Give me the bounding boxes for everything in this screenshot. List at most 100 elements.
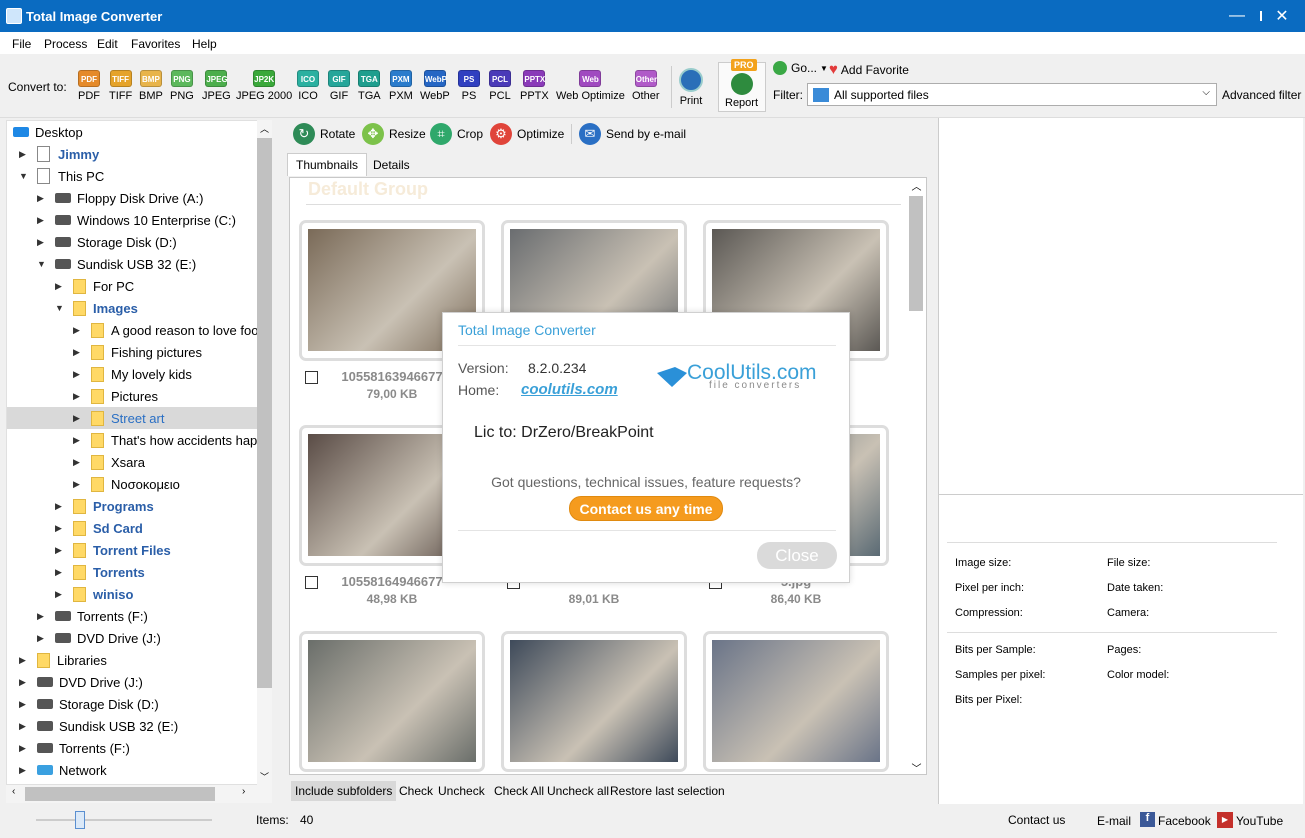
tree-item[interactable]: ▶ For PC bbox=[7, 275, 257, 297]
add-favorite-button[interactable]: ♥ Add Favorite bbox=[829, 61, 909, 78]
thumbnail-card[interactable] bbox=[299, 631, 485, 772]
thumbnail-card[interactable] bbox=[501, 631, 687, 772]
format-button-ico[interactable]: ICO ICO bbox=[297, 70, 319, 102]
menu-file[interactable]: File bbox=[12, 37, 31, 51]
expand-arrow-icon[interactable]: ▶ bbox=[73, 435, 80, 446]
tree-item[interactable]: ▶ My lovely kids bbox=[7, 363, 257, 385]
tree-item[interactable]: ▶ Torrents (F:) bbox=[7, 605, 257, 627]
expand-arrow-icon[interactable]: ▶ bbox=[73, 325, 80, 336]
scroll-up-icon[interactable]: ︿ bbox=[257, 122, 272, 135]
expand-arrow-icon[interactable]: ▶ bbox=[55, 523, 62, 534]
expand-arrow-icon[interactable]: ▶ bbox=[73, 391, 80, 402]
tree-vertical-scrollbar[interactable]: ︿ ﹀ bbox=[257, 120, 272, 785]
print-button[interactable]: Print bbox=[677, 68, 705, 107]
tree-item[interactable]: ▶ Floppy Disk Drive (A:) bbox=[7, 187, 257, 209]
format-button-webp[interactable]: WebP WebP bbox=[420, 70, 450, 102]
expand-arrow-icon[interactable]: ▶ bbox=[37, 193, 44, 204]
zoom-slider-thumb[interactable] bbox=[75, 811, 85, 829]
check-all-button[interactable]: Check All bbox=[494, 784, 544, 798]
scroll-down-icon[interactable]: ﹀ bbox=[257, 770, 272, 783]
expand-arrow-icon[interactable]: ▶ bbox=[55, 589, 62, 600]
format-button-pcl[interactable]: PCL PCL bbox=[489, 70, 511, 102]
format-button-pptx[interactable]: PPTX PPTX bbox=[520, 70, 549, 102]
tab-details[interactable]: Details bbox=[373, 158, 410, 172]
expand-arrow-icon[interactable]: ▶ bbox=[73, 347, 80, 358]
uncheck-all-button[interactable]: Uncheck all bbox=[547, 784, 609, 798]
expand-arrow-icon[interactable]: ▶ bbox=[73, 479, 80, 490]
format-button-pdf[interactable]: PDF PDF bbox=[78, 70, 100, 102]
menu-favorites[interactable]: Favorites bbox=[131, 37, 180, 51]
tree-item[interactable]: ▼ Sundisk USB 32 (E:) bbox=[7, 253, 257, 275]
expand-arrow-icon[interactable]: ▶ bbox=[55, 545, 62, 556]
format-button-other[interactable]: Other Other bbox=[632, 70, 660, 102]
tree-item[interactable]: ▶ Xsara bbox=[7, 451, 257, 473]
h-scroll-thumb[interactable] bbox=[25, 787, 215, 801]
format-button-ps[interactable]: PS PS bbox=[458, 70, 480, 102]
menu-edit[interactable]: Edit bbox=[97, 37, 118, 51]
format-button-pxm[interactable]: PXM PXM bbox=[389, 70, 413, 102]
tree-item[interactable]: ▶ Windows 10 Enterprise (C:) bbox=[7, 209, 257, 231]
tree-item[interactable]: ▶ winiso bbox=[7, 583, 257, 605]
tree-horizontal-scrollbar[interactable]: ‹ › bbox=[6, 785, 272, 803]
tree-item[interactable]: ▶ That's how accidents happ bbox=[7, 429, 265, 451]
tree-item[interactable]: ▼ Images bbox=[7, 297, 257, 319]
scroll-thumb[interactable] bbox=[909, 196, 923, 311]
expand-arrow-icon[interactable]: ▶ bbox=[19, 721, 26, 732]
expand-arrow-icon[interactable]: ▶ bbox=[73, 369, 80, 380]
expand-arrow-icon[interactable]: ▶ bbox=[37, 215, 44, 226]
format-button-web-optimize[interactable]: Web Web Optimize bbox=[556, 70, 625, 102]
filter-select[interactable]: All supported files ⌵ bbox=[807, 83, 1217, 106]
collapse-arrow-icon[interactable]: ▼ bbox=[19, 171, 28, 181]
include-subfolders-button[interactable]: Include subfolders bbox=[291, 781, 397, 801]
tree-item[interactable]: ▶ Network bbox=[7, 759, 257, 781]
home-link[interactable]: coolutils.com bbox=[521, 381, 618, 398]
email-link[interactable]: E-mail bbox=[1097, 814, 1131, 828]
rotate-button[interactable]: ↻ Rotate bbox=[293, 122, 355, 146]
tree-item[interactable]: ▶ Programs bbox=[7, 495, 257, 517]
format-button-tiff[interactable]: TIFF TIFF bbox=[109, 70, 132, 102]
tree-item[interactable]: ▶ Storage Disk (D:) bbox=[7, 693, 257, 715]
scroll-thumb[interactable] bbox=[257, 138, 272, 688]
format-button-png[interactable]: PNG PNG bbox=[170, 70, 194, 102]
advanced-filter-link[interactable]: Advanced filter bbox=[1222, 88, 1301, 102]
optimize-button[interactable]: ⚙ Optimize bbox=[490, 122, 564, 146]
tree-item[interactable]: ▶ DVD Drive (J:) bbox=[7, 627, 257, 649]
expand-arrow-icon[interactable]: ▶ bbox=[37, 611, 44, 622]
go-button[interactable]: Go... ▼ bbox=[773, 61, 828, 75]
uncheck-button[interactable]: Uncheck bbox=[438, 784, 485, 798]
dialog-close-button[interactable]: Close bbox=[757, 542, 837, 569]
tree-item[interactable]: ▶ Storage Disk (D:) bbox=[7, 231, 257, 253]
restore-selection-button[interactable]: Restore last selection bbox=[610, 784, 725, 798]
expand-arrow-icon[interactable]: ▶ bbox=[73, 413, 80, 424]
tree-item[interactable]: ▶ DVD Drive (J:) bbox=[7, 671, 257, 693]
tree-item[interactable]: ▶ Torrent Files bbox=[7, 539, 257, 561]
check-button[interactable]: Check bbox=[399, 784, 433, 798]
expand-arrow-icon[interactable]: ▶ bbox=[73, 457, 80, 468]
expand-arrow-icon[interactable]: ▶ bbox=[37, 237, 44, 248]
format-button-gif[interactable]: GIF GIF bbox=[328, 70, 350, 102]
tree-item[interactable]: ▶ Sd Card bbox=[7, 517, 257, 539]
expand-arrow-icon[interactable]: ▶ bbox=[19, 765, 26, 776]
format-button-tga[interactable]: TGA TGA bbox=[358, 70, 381, 102]
crop-button[interactable]: ⌗ Crop bbox=[430, 122, 483, 146]
tree-item[interactable]: Desktop bbox=[7, 121, 257, 143]
maximize-button[interactable] bbox=[1215, 0, 1262, 32]
tree-item[interactable]: ▼ This PC bbox=[7, 165, 257, 187]
expand-arrow-icon[interactable]: ▶ bbox=[19, 677, 26, 688]
tree-item[interactable]: ▶ Fishing pictures bbox=[7, 341, 257, 363]
expand-arrow-icon[interactable]: ▶ bbox=[19, 743, 26, 754]
zoom-slider[interactable] bbox=[36, 819, 212, 821]
collapse-arrow-icon[interactable]: ▼ bbox=[37, 259, 46, 269]
tree-item[interactable]: ▶ Jimmy bbox=[7, 143, 257, 165]
expand-arrow-icon[interactable]: ▶ bbox=[55, 281, 62, 292]
tree-item[interactable]: ▶ Pictures bbox=[7, 385, 257, 407]
tree-item[interactable]: ▶ Sundisk USB 32 (E:) bbox=[7, 715, 257, 737]
tree-item[interactable]: ▶ Νοσοκομειο bbox=[7, 473, 257, 495]
contact-us-link[interactable]: Contact us bbox=[1008, 813, 1065, 827]
expand-arrow-icon[interactable]: ▶ bbox=[19, 149, 26, 160]
collapse-arrow-icon[interactable]: ▼ bbox=[55, 303, 64, 313]
contact-button[interactable]: Contact us any time bbox=[569, 496, 723, 521]
expand-arrow-icon[interactable]: ▶ bbox=[55, 501, 62, 512]
close-button[interactable]: ✕ bbox=[1259, 0, 1305, 32]
expand-arrow-icon[interactable]: ▶ bbox=[19, 655, 26, 666]
